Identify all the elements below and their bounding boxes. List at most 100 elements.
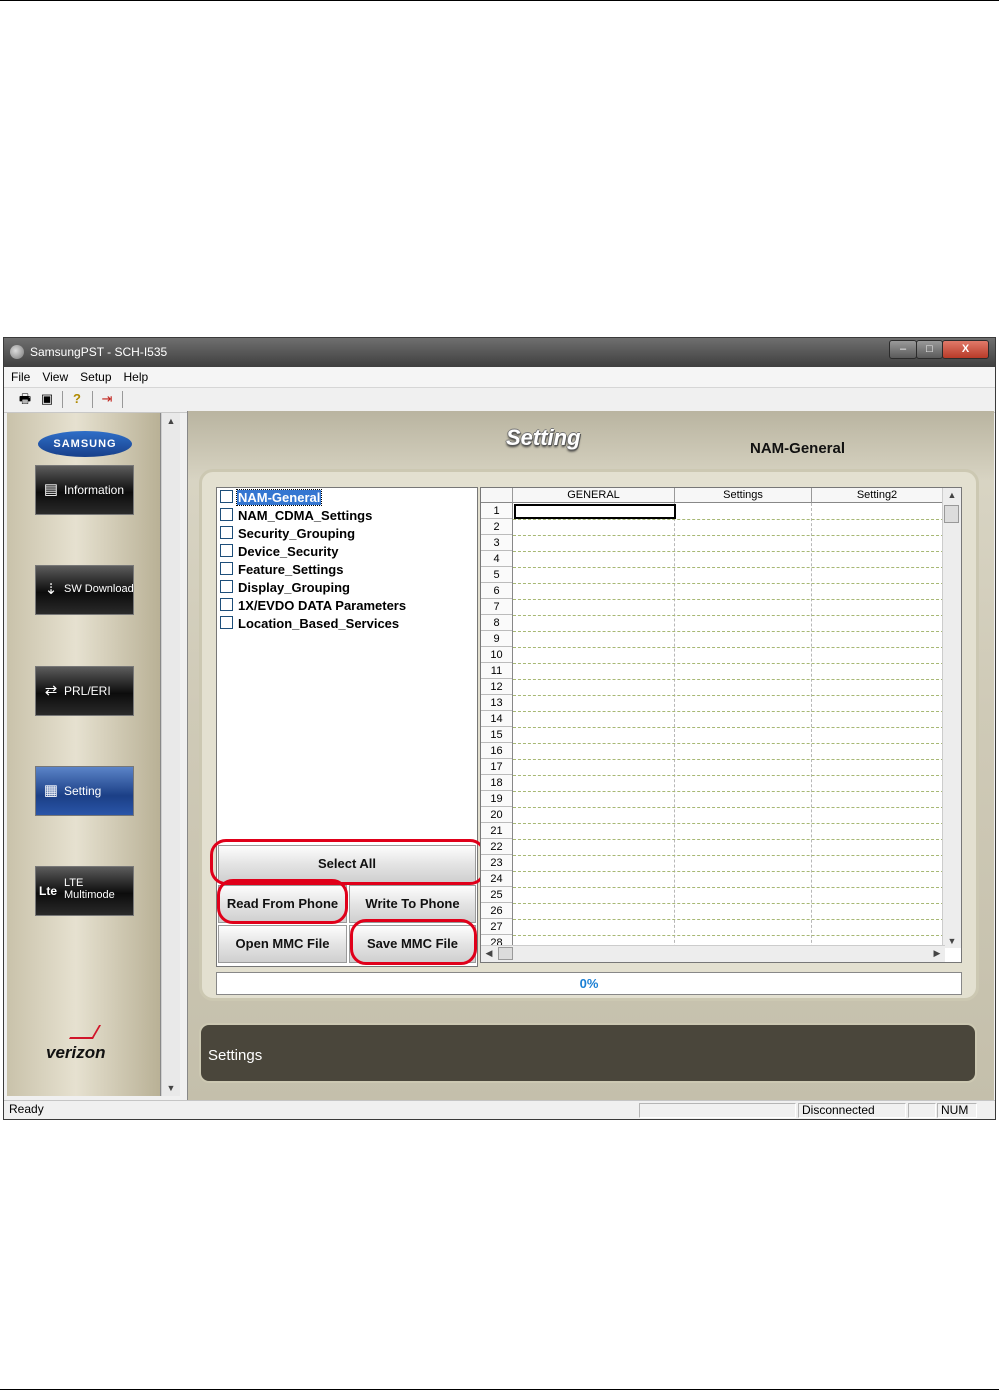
menu-help[interactable]: Help — [117, 367, 154, 384]
main-panel: Setting NAM-General NAM-General NAM_CDMA… — [187, 411, 994, 1101]
row-number[interactable]: 5 — [481, 567, 512, 583]
help-icon[interactable]: ? — [68, 391, 86, 407]
tree-item[interactable]: 1X/EVDO DATA Parameters — [220, 598, 407, 615]
row-number[interactable]: 16 — [481, 743, 512, 759]
window-title: SamsungPST - SCH-I535 — [30, 345, 168, 359]
row-number[interactable]: 1 — [481, 503, 512, 519]
row-number[interactable]: 11 — [481, 663, 512, 679]
print-preview-icon[interactable]: ▣ — [38, 391, 56, 407]
checkbox[interactable] — [220, 616, 233, 629]
nav-prl-eri-label: PRL/ERI — [64, 684, 111, 698]
row-number[interactable]: 26 — [481, 903, 512, 919]
row-number[interactable]: 27 — [481, 919, 512, 935]
row-number[interactable]: 8 — [481, 615, 512, 631]
print-icon[interactable]: 🖶 — [16, 391, 34, 407]
nav-information-button[interactable]: ▤ Information — [35, 465, 134, 515]
row-number[interactable]: 12 — [481, 679, 512, 695]
column-header[interactable]: Settings — [675, 488, 812, 503]
column-header[interactable]: Setting2 — [812, 488, 943, 503]
info-panel-label: Settings — [208, 1047, 263, 1064]
row-number[interactable]: 20 — [481, 807, 512, 823]
app-icon — [10, 345, 24, 359]
row-number[interactable]: 9 — [481, 631, 512, 647]
tree-item[interactable]: Feature_Settings — [220, 562, 344, 579]
open-mmc-file-button[interactable]: Open MMC File — [218, 925, 347, 963]
tree-item[interactable]: Device_Security — [220, 544, 339, 561]
samsung-logo: SAMSUNG — [38, 431, 132, 457]
swap-arrows-icon: ⇄ — [44, 682, 58, 699]
column-header[interactable]: GENERAL — [513, 488, 675, 503]
settings-grid: GENERAL Settings Setting2 1 2 3 4 5 6 7 … — [480, 487, 962, 963]
menu-file[interactable]: File — [4, 367, 35, 384]
scroll-thumb[interactable] — [944, 505, 959, 523]
row-number[interactable]: 24 — [481, 871, 512, 887]
exit-icon[interactable]: ⇥ — [98, 391, 116, 407]
scroll-left-icon[interactable]: ◀ — [483, 948, 495, 959]
nav-prl-eri-button[interactable]: ⇄ PRL/ERI — [35, 666, 134, 716]
minimize-button[interactable]: – — [889, 340, 917, 359]
tree-item[interactable]: Security_Grouping — [220, 526, 356, 543]
row-number[interactable]: 17 — [481, 759, 512, 775]
read-from-phone-button[interactable]: Read From Phone — [218, 885, 347, 923]
row-number[interactable]: 14 — [481, 711, 512, 727]
tree-item[interactable]: Location_Based_Services — [220, 616, 400, 633]
row-number[interactable]: 18 — [481, 775, 512, 791]
nav-setting-button[interactable]: ▦ Setting — [35, 766, 134, 816]
menu-setup[interactable]: Setup — [73, 367, 116, 384]
save-mmc-file-button[interactable]: Save MMC File — [349, 925, 476, 963]
nav-setting-label: Setting — [64, 784, 102, 798]
row-number[interactable]: 6 — [481, 583, 512, 599]
maximize-button[interactable]: □ — [916, 340, 943, 359]
row-number[interactable]: 7 — [481, 599, 512, 615]
grid-vertical-scrollbar[interactable]: ▲ ▼ — [942, 488, 961, 948]
grid-horizontal-scrollbar[interactable]: ◀ ▶ — [481, 945, 945, 962]
download-icon: ⇣ — [44, 581, 58, 598]
tree-item[interactable]: Display_Grouping — [220, 580, 351, 597]
checkbox[interactable] — [220, 598, 233, 611]
scroll-down-icon[interactable]: ▼ — [943, 936, 961, 946]
status-pane-empty — [639, 1103, 796, 1118]
tree-item[interactable]: NAM_CDMA_Settings — [220, 508, 373, 525]
connection-status: Disconnected — [798, 1103, 906, 1118]
checkbox[interactable] — [220, 508, 233, 521]
close-button[interactable]: X — [942, 340, 989, 359]
nav-lte-multimode-button[interactable]: Lte LTE Multimode — [35, 866, 134, 916]
lte-icon: Lte — [39, 884, 57, 898]
scroll-down-icon[interactable]: ▼ — [162, 1083, 180, 1093]
nav-lte-multimode-label: LTE Multimode — [64, 877, 115, 901]
row-number[interactable]: 21 — [481, 823, 512, 839]
select-all-button[interactable]: Select All — [218, 845, 476, 883]
row-number[interactable]: 23 — [481, 855, 512, 871]
row-number[interactable]: 15 — [481, 727, 512, 743]
selected-cell[interactable] — [514, 504, 676, 519]
sidebar: SAMSUNG ▤ Information ⇣ SW Download ⇄ PR… — [7, 413, 161, 1096]
row-number[interactable]: 3 — [481, 535, 512, 551]
row-number[interactable]: 2 — [481, 519, 512, 535]
menu-view[interactable]: View — [35, 367, 73, 384]
tree-item[interactable]: NAM-General — [220, 489, 323, 507]
nav-sw-download-button[interactable]: ⇣ SW Download — [35, 565, 134, 615]
menu-bar: File View Setup Help — [4, 367, 995, 387]
write-to-phone-button[interactable]: Write To Phone — [349, 885, 476, 923]
row-number[interactable]: 19 — [481, 791, 512, 807]
scroll-right-icon[interactable]: ▶ — [931, 948, 943, 959]
numlock-indicator: NUM — [937, 1103, 977, 1118]
title-bar: SamsungPST - SCH-I535 – □ X — [4, 338, 995, 367]
row-number[interactable]: 25 — [481, 887, 512, 903]
checkbox[interactable] — [220, 544, 233, 557]
scroll-up-icon[interactable]: ▲ — [162, 416, 180, 426]
grid-corner — [481, 488, 513, 503]
checkbox[interactable] — [220, 562, 233, 575]
scroll-up-icon[interactable]: ▲ — [943, 490, 961, 500]
scroll-thumb[interactable] — [498, 947, 513, 960]
checkbox[interactable] — [220, 526, 233, 539]
sidebar-scrollbar[interactable]: ▲ ▼ — [161, 413, 180, 1096]
row-number[interactable]: 10 — [481, 647, 512, 663]
row-number[interactable]: 4 — [481, 551, 512, 567]
checkbox[interactable] — [220, 490, 233, 503]
progress-bar: 0% — [216, 972, 962, 995]
row-number[interactable]: 22 — [481, 839, 512, 855]
row-number[interactable]: 13 — [481, 695, 512, 711]
toolbar: 🖶 ▣ ? ⇥ — [4, 387, 995, 413]
checkbox[interactable] — [220, 580, 233, 593]
